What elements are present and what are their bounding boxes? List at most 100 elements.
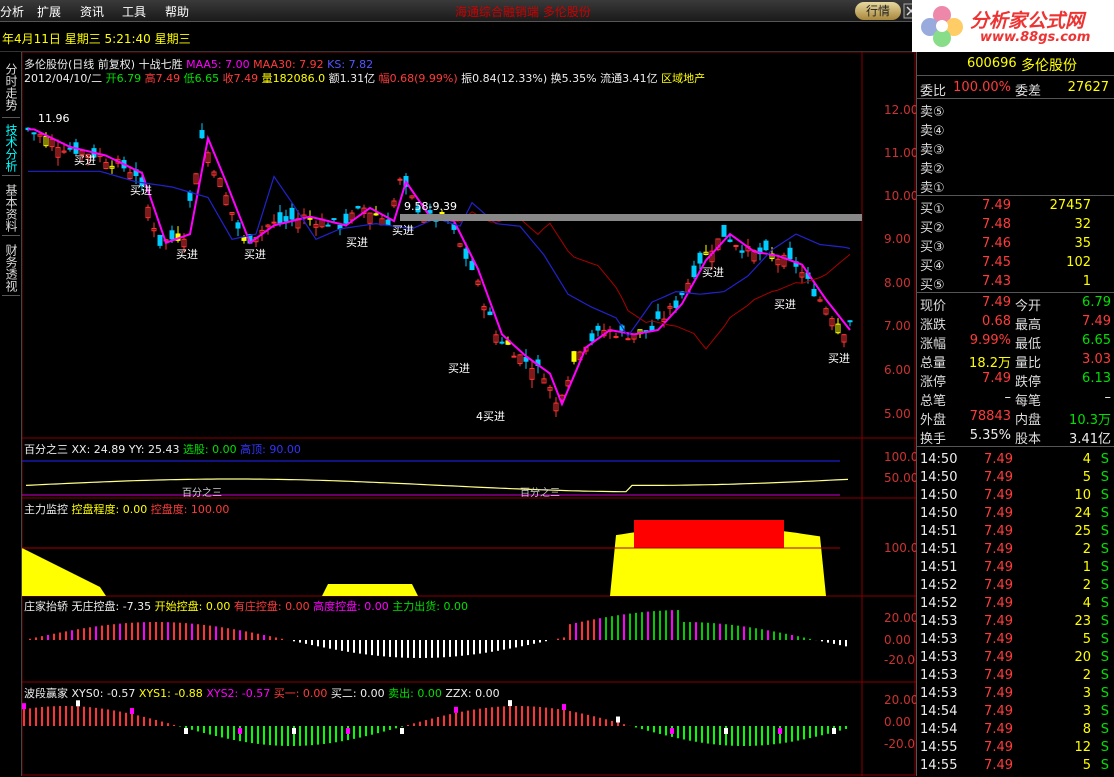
sell-label: 卖① bbox=[920, 181, 945, 196]
p2-name: 主力监控 bbox=[24, 503, 68, 516]
p4-x2: XYS2: -0.57 bbox=[206, 687, 271, 700]
tick-side: S bbox=[1100, 578, 1109, 593]
stat-label: 最高 bbox=[1015, 318, 1042, 333]
stat-value: 6.79 bbox=[1082, 295, 1111, 310]
tick-price: 7.49 bbox=[984, 668, 1013, 683]
low-buy-label: 4买进 bbox=[476, 410, 505, 423]
tick-volume: 3 bbox=[1082, 686, 1091, 701]
buy-volume: 27457 bbox=[1049, 198, 1091, 213]
tab-finance[interactable]: 财务透视 bbox=[2, 240, 20, 296]
menu-tools[interactable]: 工具 bbox=[122, 3, 146, 20]
buy-price: 7.43 bbox=[982, 274, 1011, 289]
p3-name: 庄家抬轿 bbox=[24, 600, 68, 613]
tick-volume: 2 bbox=[1082, 542, 1091, 557]
stat-row: 总量 18.2万 量比 3.03 bbox=[917, 352, 1114, 371]
tick-time: 14:52 bbox=[920, 596, 958, 611]
stat-label: 内盘 bbox=[1015, 413, 1042, 428]
tab-intraday[interactable]: 分时走势 bbox=[2, 56, 20, 118]
tick-side: S bbox=[1100, 686, 1109, 701]
tick-volume: 20 bbox=[1074, 650, 1091, 665]
tick-price: 7.49 bbox=[984, 542, 1013, 557]
menu-news[interactable]: 资讯 bbox=[80, 3, 104, 20]
tick-time: 14:53 bbox=[920, 668, 958, 683]
ytick-4: 9.00 bbox=[884, 232, 911, 246]
stat-value: 3.03 bbox=[1082, 352, 1111, 367]
chart-canvas[interactable]: 12.00 11.00 10.00 9.00 8.00 7.00 6.00 5.… bbox=[22, 52, 916, 776]
ytick-1: 12.00 bbox=[884, 103, 916, 117]
buy-label-9: 买进 bbox=[774, 298, 796, 311]
tick-price: 7.49 bbox=[984, 506, 1013, 521]
sell-label: 卖③ bbox=[920, 143, 945, 158]
tick-time: 14:53 bbox=[920, 650, 958, 665]
p4-header: 波段赢家 XYS0: -0.57 XYS1: -0.88 XYS2: -0.57… bbox=[24, 685, 500, 701]
logo-url: www.88gs.com bbox=[980, 30, 1091, 45]
sell-row-4: 卖④ bbox=[917, 120, 1114, 139]
ytick-5: 8.00 bbox=[884, 276, 911, 290]
buy-row-5: 买⑤ 7.43 1 bbox=[917, 274, 1114, 293]
stat-row: 涨停 7.49 跌停 6.13 bbox=[917, 371, 1114, 390]
stat-row: 涨跌 0.68 最高 7.49 bbox=[917, 314, 1114, 333]
p1-xx: XX: 24.89 bbox=[71, 443, 126, 456]
p1-tick-2: 50.00 bbox=[884, 471, 916, 485]
buy-label-8: 买进 bbox=[702, 266, 724, 279]
buy-volume: 35 bbox=[1074, 236, 1091, 251]
stat-value: 18.2万 bbox=[969, 356, 1011, 371]
buy-row-3: 买③ 7.46 35 bbox=[917, 236, 1114, 255]
quote-panel: 600696 多伦股份 委比 100.00% 委差 27627 卖⑤ 卖④ 卖③ 卖②… bbox=[916, 52, 1114, 776]
tick-row: 14:50 7.49 5 S bbox=[917, 470, 1114, 489]
stat-label: 每笔 bbox=[1015, 394, 1042, 409]
tick-side: S bbox=[1100, 650, 1109, 665]
quote-button[interactable]: 行情 bbox=[855, 2, 901, 20]
buy-price: 7.48 bbox=[982, 217, 1011, 232]
buy-price: 7.46 bbox=[982, 236, 1011, 251]
tick-time: 14:54 bbox=[920, 704, 958, 719]
tick-volume: 5 bbox=[1082, 470, 1091, 485]
buy-label: 买③ bbox=[920, 240, 945, 255]
p2-kpd: 控盘度: 100.00 bbox=[150, 503, 230, 516]
tick-time: 14:52 bbox=[920, 578, 958, 593]
stat-label: 总量 bbox=[920, 356, 947, 371]
buy-label: 买① bbox=[920, 202, 945, 217]
candles bbox=[25, 123, 853, 418]
bar-float: 流通3.41亿 bbox=[600, 72, 658, 85]
weicha-value: 27627 bbox=[1067, 80, 1109, 95]
tick-volume: 5 bbox=[1082, 758, 1091, 773]
tick-price: 7.49 bbox=[984, 650, 1013, 665]
menu-extend[interactable]: 扩展 bbox=[37, 3, 61, 20]
buy-label: 买⑤ bbox=[920, 278, 945, 293]
p4-zzx: ZZX: 0.00 bbox=[445, 687, 500, 700]
tick-price: 7.49 bbox=[984, 758, 1013, 773]
tick-time: 14:55 bbox=[920, 740, 958, 755]
tick-price: 7.49 bbox=[984, 614, 1013, 629]
p3-tick-1: 20.00 bbox=[884, 611, 916, 625]
stat-value: 5.35% bbox=[969, 428, 1011, 443]
stat-row: 换手 5.35% 股本 3.41亿 bbox=[917, 428, 1114, 447]
tick-time: 14:50 bbox=[920, 452, 958, 467]
bar-volume: 量182086.0 bbox=[261, 72, 326, 85]
stat-label: 涨停 bbox=[920, 375, 947, 390]
stat-value: 7.49 bbox=[982, 295, 1011, 310]
tick-side: S bbox=[1100, 560, 1109, 575]
news-ticker[interactable]: 海通综合融销端 多伦股份 bbox=[455, 3, 591, 20]
tick-volume: 23 bbox=[1074, 614, 1091, 629]
tab-profile[interactable]: 基本资料 bbox=[2, 180, 20, 236]
tick-row: 14:51 7.49 2 S bbox=[917, 542, 1114, 561]
tick-volume: 8 bbox=[1082, 722, 1091, 737]
p3-zl: 主力出货: 0.00 bbox=[392, 600, 468, 613]
stat-label: 跌停 bbox=[1015, 375, 1042, 390]
menu-help[interactable]: 帮助 bbox=[165, 3, 189, 20]
stock-code: 600696 bbox=[967, 56, 1017, 71]
menu-analysis[interactable]: 分析 bbox=[0, 3, 24, 20]
tab-technical[interactable]: 技术分析 bbox=[2, 120, 20, 176]
bar-date: 2012/04/10/二 bbox=[24, 72, 103, 85]
chart-area[interactable]: 12.00 11.00 10.00 9.00 8.00 7.00 6.00 5.… bbox=[22, 52, 916, 776]
tick-time: 14:51 bbox=[920, 542, 958, 557]
tick-price: 7.49 bbox=[984, 560, 1013, 575]
tick-price: 7.49 bbox=[984, 488, 1013, 503]
p1-name: 百分之三 bbox=[24, 443, 68, 456]
tick-row: 14:53 7.49 5 S bbox=[917, 632, 1114, 651]
tick-time: 14:53 bbox=[920, 614, 958, 629]
logo: 分析家公式网 www.88gs.com bbox=[912, 0, 1114, 52]
p4-b1: 买一: 0.00 bbox=[273, 687, 328, 700]
tick-price: 7.49 bbox=[984, 740, 1013, 755]
